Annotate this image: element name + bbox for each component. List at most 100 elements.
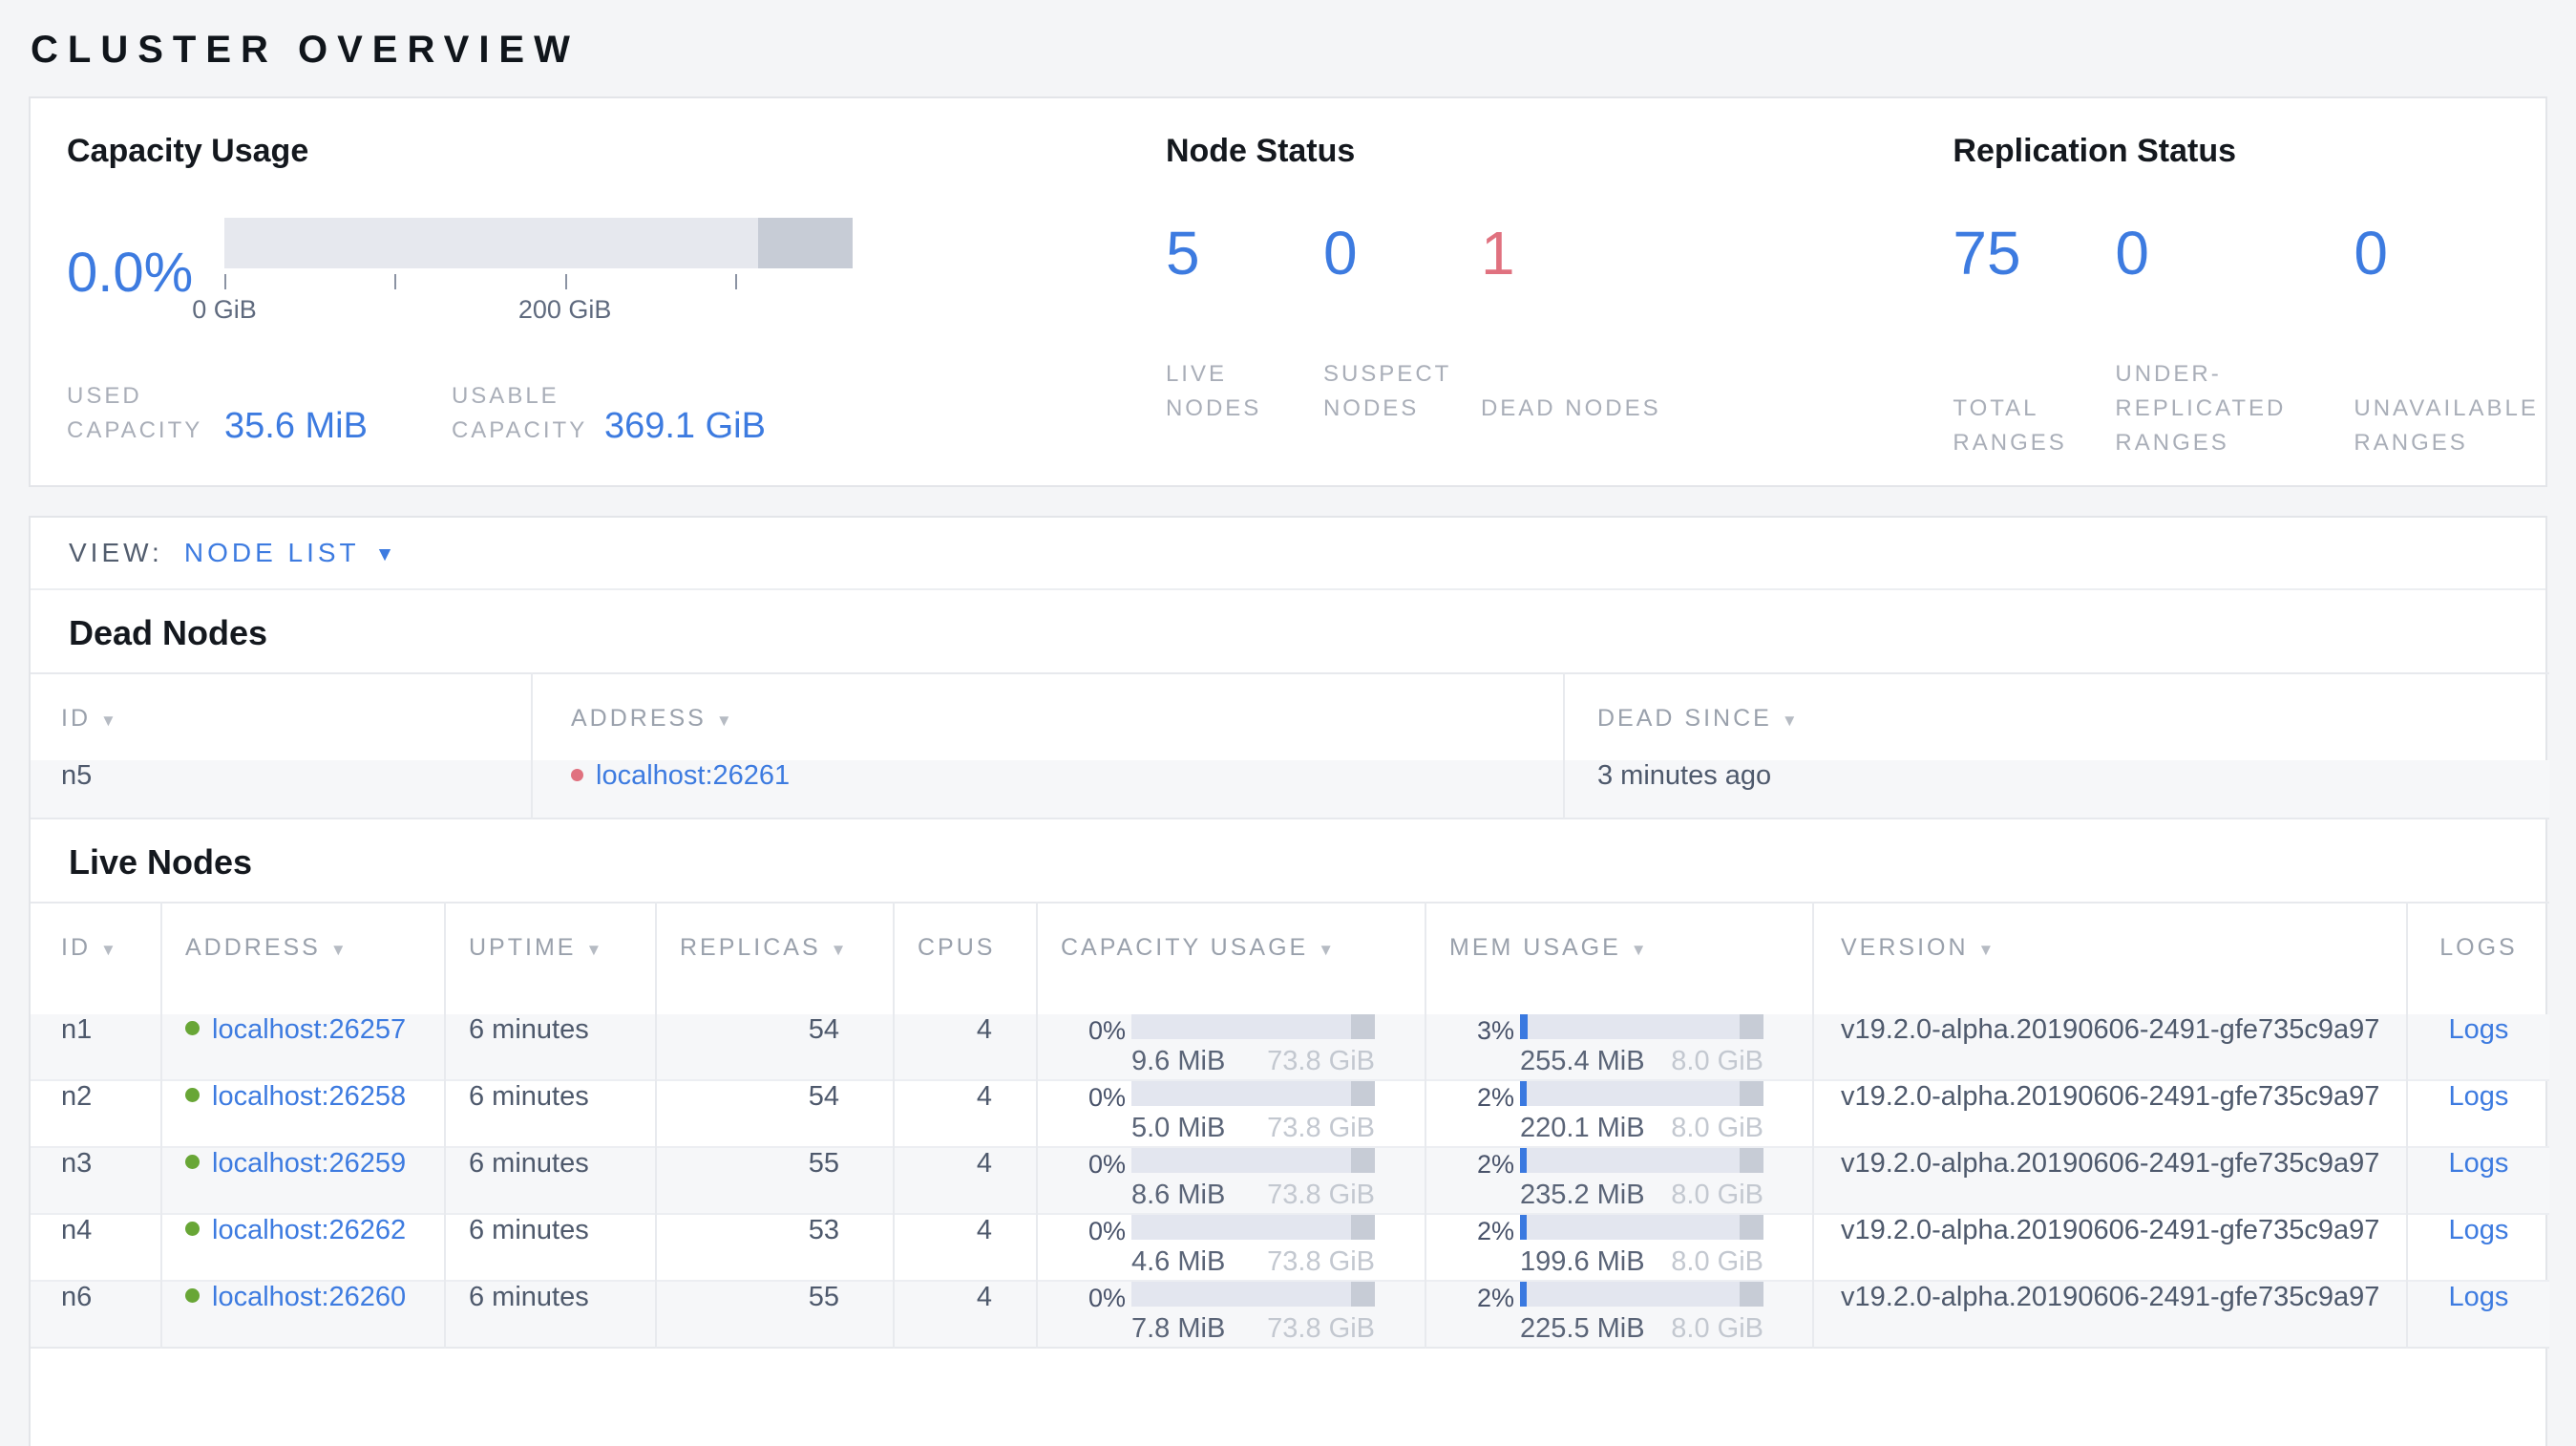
view-label: VIEW: [69,538,163,567]
capacity-mini-bar [1131,1148,1375,1173]
replication-status-panel: Replication Status 75 0 0 TOTAL RANGES U… [1924,98,2545,485]
node-id: n6 [31,1280,161,1348]
live-nodes-heading: Live Nodes [69,842,253,882]
capacity-usage-panel: Capacity Usage 0.0% 0 GiB 200 GiB USED C… [31,98,1137,485]
sort-arrow-icon: ▼ [100,941,119,959]
sort-arrow-icon: ▼ [329,941,349,959]
mem-usage-cell: 2% 220.1 MiB 8.0 GiB [1476,1081,1763,1143]
live-nodes-rows: n1 localhost:26257 6 minutes 54 4 0% 9.6… [31,1014,2549,1348]
live-status-icon [185,1021,200,1035]
logs-link[interactable]: Logs [2449,1014,2509,1045]
node-version: v19.2.0-alpha.20190606-2491-gfe735c9a97 [1812,1280,2407,1348]
sort-arrow-icon: ▼ [830,941,850,959]
node-cpus: 4 [893,1280,1037,1348]
node-address-link[interactable]: localhost:26261 [596,760,790,791]
capacity-bar [224,218,853,268]
column-header-id[interactable]: ID ▼ [31,903,161,1014]
logs-link[interactable]: Logs [2449,1081,2509,1112]
mem-mini-bar [1520,1215,1763,1240]
logs-link[interactable]: Logs [2449,1148,2509,1179]
column-header-mem-usage[interactable]: MEM USAGE ▼ [1425,903,1813,1014]
capacity-usage-cell: 0% 5.0 MiB 73.8 GiB [1087,1081,1375,1143]
mem-usage-cell: 2% 225.5 MiB 8.0 GiB [1476,1282,1763,1344]
node-id: n2 [31,1079,161,1147]
node-replicas: 55 [655,1280,894,1348]
node-uptime: 6 minutes [444,1014,656,1080]
dead-table-header-row: ID ▼ ADDRESS ▼ DEAD SINCE ▼ [31,673,2549,760]
capacity-usage-cell: 0% 8.6 MiB 73.8 GiB [1087,1148,1375,1210]
mem-mini-bar [1520,1148,1763,1173]
used-capacity-value: 35.6 MiB [224,406,368,446]
table-row: n6 localhost:26260 6 minutes 55 4 0% 7.8… [31,1280,2549,1348]
mem-mini-bar [1520,1081,1763,1106]
node-uptime: 6 minutes [444,1079,656,1147]
column-header-version[interactable]: VERSION ▼ [1812,903,2407,1014]
capacity-axis-ticks [224,272,853,291]
node-version: v19.2.0-alpha.20190606-2491-gfe735c9a97 [1812,1213,2407,1281]
node-address-link[interactable]: localhost:26257 [212,1014,406,1045]
sort-arrow-icon: ▼ [100,712,119,730]
dead-column-header-address[interactable]: ADDRESS ▼ [531,673,1564,760]
node-uptime: 6 minutes [444,1213,656,1281]
view-dropdown[interactable]: NODE LIST ▼ [184,538,395,568]
node-address-link[interactable]: localhost:26260 [212,1282,406,1312]
sort-arrow-icon: ▼ [715,712,735,730]
table-row: n4 localhost:26262 6 minutes 53 4 0% 4.6… [31,1213,2549,1281]
dead-nodes-table: ID ▼ ADDRESS ▼ DEAD SINCE ▼ n5 localhost:26… [31,672,2549,819]
suspect-nodes-count: 0 [1322,219,1358,287]
live-table-header-row: ID ▼ ADDRESS ▼ UPTIME ▼ REPLICAS ▼ CPUS CAPA… [31,903,2549,1014]
page-title: CLUSTER OVERVIEW [31,29,580,71]
capacity-usage-cell: 0% 7.8 MiB 73.8 GiB [1087,1282,1375,1344]
dead-column-header-id[interactable]: ID ▼ [31,673,532,760]
node-id: n4 [31,1213,161,1281]
capacity-usage-cell: 0% 9.6 MiB 73.8 GiB [1087,1014,1375,1076]
capacity-mini-bar [1131,1081,1375,1106]
capacity-mini-bar [1131,1014,1375,1039]
node-status-title: Node Status [1165,133,1356,169]
dead-since-value: 3 minutes ago [1563,760,2549,819]
mem-usage-cell: 2% 235.2 MiB 8.0 GiB [1476,1148,1763,1210]
usable-capacity-label: USABLE CAPACITY [451,383,588,443]
mem-usage-cell: 2% 199.6 MiB 8.0 GiB [1476,1215,1763,1277]
node-uptime: 6 minutes [444,1280,656,1348]
total-ranges-count: 75 [1953,219,2021,287]
node-cpus: 4 [893,1014,1037,1080]
node-address-link[interactable]: localhost:26259 [212,1148,406,1179]
capacity-bar-reserved-segment [758,218,853,268]
live-nodes-table: ID ▼ ADDRESS ▼ UPTIME ▼ REPLICAS ▼ CPUS CAPA… [31,902,2549,1349]
node-address-link[interactable]: localhost:26262 [212,1215,406,1245]
unavailable-ranges-label: UNAVAILABLE RANGES [2354,395,2539,456]
node-cpus: 4 [893,1213,1037,1281]
node-replicas: 54 [655,1079,894,1147]
live-nodes-count: 5 [1165,219,1200,287]
under-replicated-ranges-label: UNDER-REPLICATED RANGES [2115,361,2287,456]
logs-link[interactable]: Logs [2449,1282,2509,1312]
sort-arrow-icon: ▼ [1977,941,1997,959]
used-capacity-label: USED CAPACITY [67,383,203,443]
node-address-link[interactable]: localhost:26258 [212,1081,406,1112]
node-cpus: 4 [893,1146,1037,1214]
dead-status-icon [571,769,583,781]
used-capacity-stat: USED CAPACITY 35.6 MiB [67,379,368,448]
capacity-usage-title: Capacity Usage [67,133,309,169]
logs-link[interactable]: Logs [2449,1215,2509,1245]
column-header-logs: LOGS [2406,903,2549,1014]
node-id: n1 [61,1014,93,1045]
capacity-mini-bar [1131,1282,1375,1307]
table-row: n3 localhost:26259 6 minutes 55 4 0% 8.6… [31,1146,2549,1214]
dead-node-id: n5 [61,760,93,791]
capacity-bar-chart: 0.0% 0 GiB 200 GiB [67,218,1109,328]
column-header-replicas[interactable]: REPLICAS ▼ [655,903,894,1014]
sort-arrow-icon: ▼ [1630,941,1650,959]
node-cpus: 4 [893,1079,1037,1147]
dead-column-header-dead-since[interactable]: DEAD SINCE ▼ [1563,673,2549,760]
replication-status-title: Replication Status [1953,133,2236,169]
table-row: n5 localhost:26261 3 minutes ago [31,760,2549,819]
cluster-overview-page: CLUSTER OVERVIEW Capacity Usage 0.0% 0 G… [0,0,2576,1446]
under-replicated-ranges-count: 0 [2115,219,2149,287]
column-header-capacity-usage[interactable]: CAPACITY USAGE ▼ [1036,903,1425,1014]
node-uptime: 6 minutes [444,1146,656,1214]
column-header-address[interactable]: ADDRESS ▼ [160,903,445,1014]
dead-nodes-heading: Dead Nodes [69,613,268,652]
column-header-uptime[interactable]: UPTIME ▼ [444,903,656,1014]
